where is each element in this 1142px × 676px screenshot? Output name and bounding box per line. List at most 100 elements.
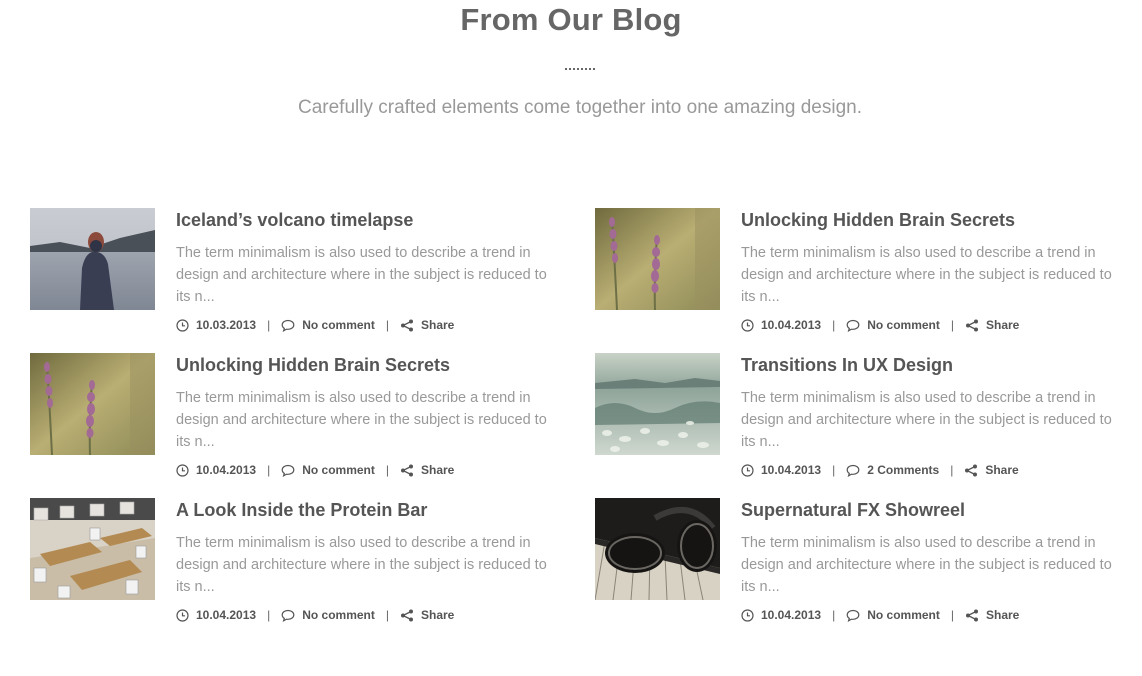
post-date-text: 10.04.2013 bbox=[761, 463, 822, 477]
post-share-text: Share bbox=[986, 318, 1020, 332]
post-thumbnail-cafe-tables[interactable] bbox=[30, 498, 155, 600]
post-share-link[interactable]: Share bbox=[400, 318, 454, 332]
share-icon bbox=[966, 319, 978, 331]
post-date: 10.04.2013 bbox=[176, 608, 256, 622]
post-date-text: 10.04.2013 bbox=[196, 463, 257, 477]
post-comments-link[interactable]: No comment bbox=[846, 318, 940, 332]
post-title[interactable]: Transitions In UX Design bbox=[741, 355, 953, 376]
post-excerpt: The term minimalism is also used to desc… bbox=[176, 535, 547, 595]
post-comments-link[interactable]: No comment bbox=[281, 463, 375, 477]
post-comments-link[interactable]: 2 Comments bbox=[846, 463, 939, 477]
share-icon bbox=[966, 609, 978, 621]
post-share-text: Share bbox=[421, 608, 455, 622]
post-share-link[interactable]: Share bbox=[400, 608, 454, 622]
post-excerpt: The term minimalism is also used to desc… bbox=[741, 535, 1112, 595]
speech-bubble-icon bbox=[281, 609, 295, 622]
post-share-text: Share bbox=[421, 318, 455, 332]
meta-separator: | bbox=[950, 463, 954, 477]
share-icon bbox=[401, 609, 413, 621]
clock-icon bbox=[176, 608, 189, 622]
share-icon bbox=[401, 464, 413, 476]
meta-separator: | bbox=[267, 463, 271, 477]
meta-separator: | bbox=[832, 463, 836, 477]
share-icon bbox=[965, 464, 978, 476]
post-comments-text: No comment bbox=[302, 463, 375, 477]
blog-post: Supernatural FX Showreel The term minima… bbox=[595, 498, 1140, 628]
clock-icon bbox=[176, 463, 189, 477]
post-date: 10.04.2013 bbox=[741, 608, 821, 622]
meta-separator: | bbox=[950, 608, 954, 622]
blog-post: Unlocking Hidden Brain Secrets The term … bbox=[30, 353, 575, 483]
post-meta: 10.04.2013 | No comment | Share bbox=[741, 318, 1019, 332]
share-icon bbox=[401, 319, 413, 331]
post-meta: 10.04.2013 | No comment | Share bbox=[741, 608, 1019, 622]
post-share-link[interactable]: Share bbox=[965, 318, 1019, 332]
speech-bubble-icon bbox=[281, 464, 295, 477]
post-comments-text: No comment bbox=[302, 318, 375, 332]
post-share-link[interactable]: Share bbox=[400, 463, 454, 477]
post-share-text: Share bbox=[985, 463, 1019, 477]
post-excerpt: The term minimalism is also used to desc… bbox=[176, 390, 547, 450]
blog-post: Transitions In UX Design The term minima… bbox=[595, 353, 1140, 483]
post-meta: 10.04.2013 | No comment | Share bbox=[176, 463, 454, 477]
meta-separator: | bbox=[267, 608, 271, 622]
post-excerpt: The term minimalism is also used to desc… bbox=[741, 390, 1112, 450]
speech-bubble-icon bbox=[281, 319, 295, 332]
blog-section: From Our Blog Carefully crafted elements… bbox=[0, 0, 1142, 676]
clock-icon bbox=[741, 463, 754, 477]
title-divider bbox=[565, 68, 595, 70]
post-date-text: 10.04.2013 bbox=[761, 608, 822, 622]
meta-separator: | bbox=[950, 318, 954, 332]
post-title[interactable]: Unlocking Hidden Brain Secrets bbox=[176, 355, 450, 376]
post-title[interactable]: Supernatural FX Showreel bbox=[741, 500, 965, 521]
meta-separator: | bbox=[267, 318, 271, 332]
post-thumbnail-water-waves[interactable] bbox=[595, 353, 720, 455]
post-meta: 10.04.2013 | 2 Comments | Share bbox=[741, 463, 1019, 477]
post-date: 10.04.2013 bbox=[741, 463, 821, 477]
post-excerpt: The term minimalism is also used to desc… bbox=[741, 245, 1112, 305]
post-share-text: Share bbox=[986, 608, 1020, 622]
speech-bubble-icon bbox=[846, 319, 860, 332]
post-meta: 10.03.2013 | No comment | Share bbox=[176, 318, 454, 332]
post-share-link[interactable]: Share bbox=[964, 463, 1019, 477]
blog-post: Iceland’s volcano timelapse The term min… bbox=[30, 208, 575, 338]
post-title[interactable]: Unlocking Hidden Brain Secrets bbox=[741, 210, 1015, 231]
post-comments-link[interactable]: No comment bbox=[281, 608, 375, 622]
post-thumbnail-lavender-flowers[interactable] bbox=[595, 208, 720, 310]
section-subtitle: Carefully crafted elements come together… bbox=[298, 97, 862, 118]
post-date: 10.04.2013 bbox=[741, 318, 821, 332]
meta-separator: | bbox=[385, 608, 389, 622]
speech-bubble-icon bbox=[846, 464, 860, 477]
post-meta: 10.04.2013 | No comment | Share bbox=[176, 608, 454, 622]
post-thumbnail-lavender-flowers[interactable] bbox=[30, 353, 155, 455]
post-comments-link[interactable]: No comment bbox=[846, 608, 940, 622]
post-title[interactable]: Iceland’s volcano timelapse bbox=[176, 210, 413, 231]
blog-post: Unlocking Hidden Brain Secrets The term … bbox=[595, 208, 1140, 338]
post-date: 10.04.2013 bbox=[176, 463, 256, 477]
post-comments-text: No comment bbox=[302, 608, 375, 622]
meta-separator: | bbox=[385, 463, 389, 477]
meta-separator: | bbox=[832, 318, 836, 332]
clock-icon bbox=[741, 318, 754, 332]
post-share-link[interactable]: Share bbox=[965, 608, 1019, 622]
post-thumbnail-woman-by-lake[interactable] bbox=[30, 208, 155, 310]
post-date-text: 10.03.2013 bbox=[196, 318, 257, 332]
post-comments-text: No comment bbox=[867, 608, 940, 622]
post-date-text: 10.04.2013 bbox=[761, 318, 822, 332]
post-title[interactable]: A Look Inside the Protein Bar bbox=[176, 500, 427, 521]
post-share-text: Share bbox=[421, 463, 455, 477]
meta-separator: | bbox=[832, 608, 836, 622]
blog-post: A Look Inside the Protein Bar The term m… bbox=[30, 498, 575, 628]
post-comments-text: 2 Comments bbox=[867, 463, 940, 477]
post-comments-link[interactable]: No comment bbox=[281, 318, 375, 332]
meta-separator: | bbox=[385, 318, 389, 332]
clock-icon bbox=[741, 608, 754, 622]
post-excerpt: The term minimalism is also used to desc… bbox=[176, 245, 547, 305]
post-comments-text: No comment bbox=[867, 318, 940, 332]
post-thumbnail-headphones-on-piano[interactable] bbox=[595, 498, 720, 600]
speech-bubble-icon bbox=[846, 609, 860, 622]
post-date-text: 10.04.2013 bbox=[196, 608, 257, 622]
post-date: 10.03.2013 bbox=[176, 318, 256, 332]
section-title: From Our Blog bbox=[460, 2, 682, 37]
clock-icon bbox=[176, 318, 189, 332]
